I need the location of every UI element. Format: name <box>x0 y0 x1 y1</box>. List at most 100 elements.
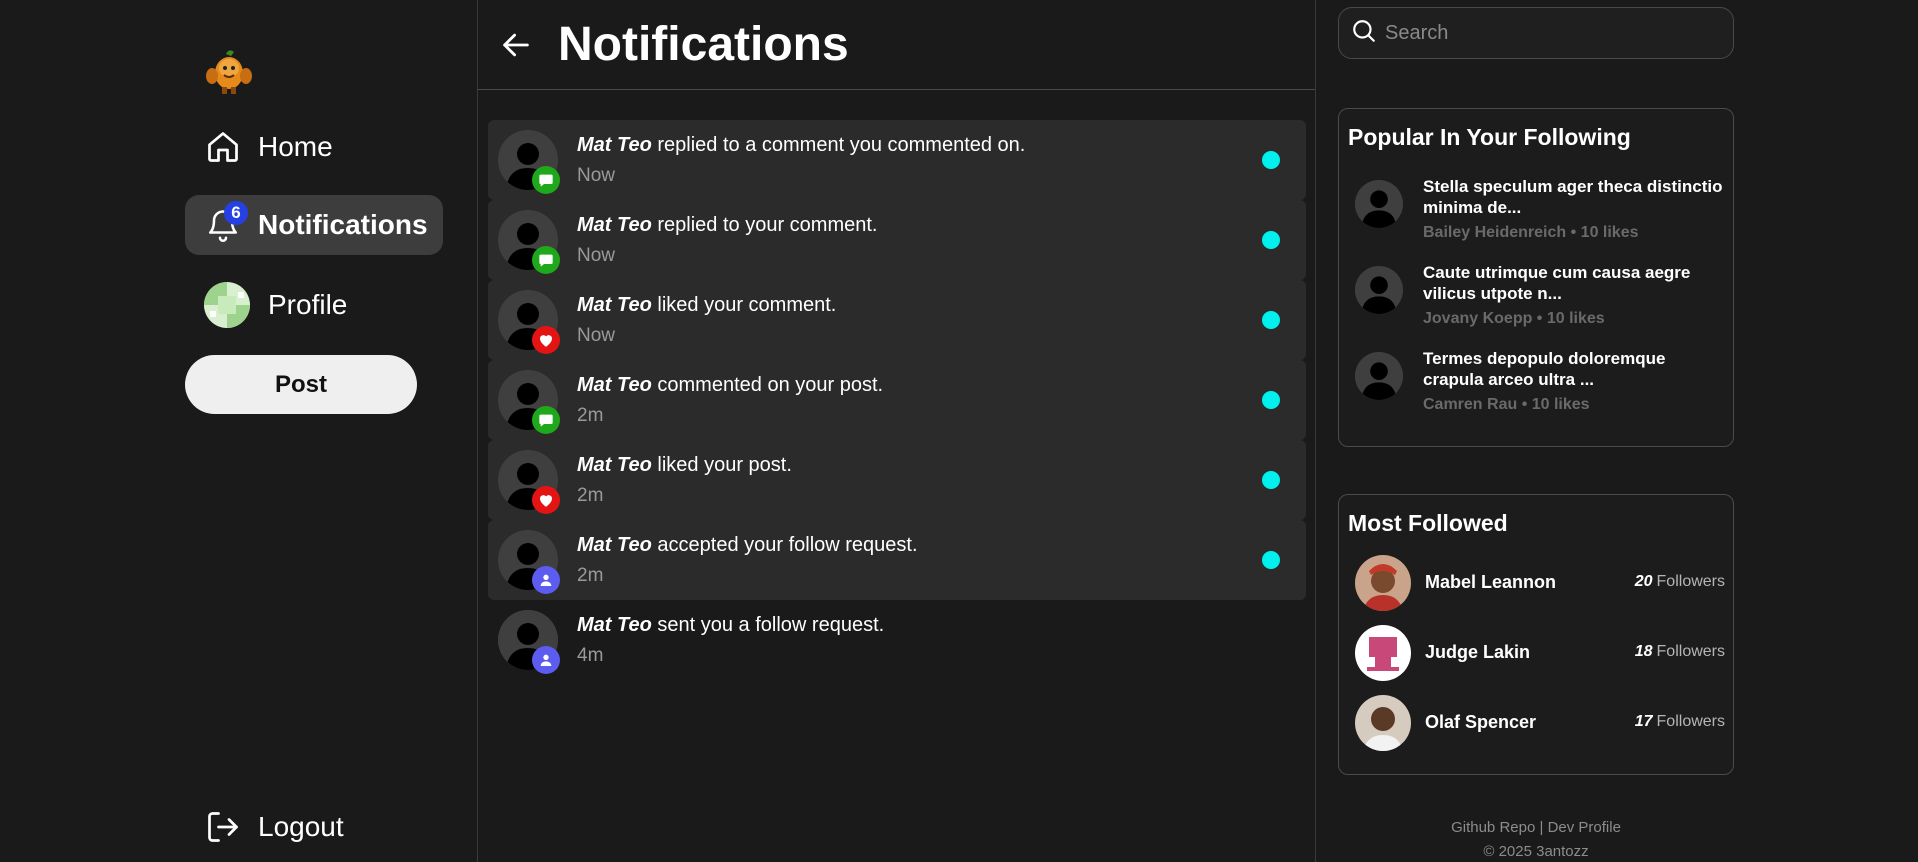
comment-icon <box>532 246 560 274</box>
dev-profile-link[interactable]: Dev Profile <box>1548 819 1621 836</box>
unread-dot <box>1262 391 1280 409</box>
nav-profile-label: Profile <box>268 289 348 320</box>
notification-text: Mat Teo sent you a follow request. <box>577 614 884 637</box>
popular-post-item[interactable]: Caute utrimque cum causa aegre vilicus u… <box>1355 262 1725 342</box>
notification-item[interactable]: Mat Teo liked your post. 2m <box>488 440 1306 520</box>
popular-post-meta: Camren Rau • 10 likes <box>1423 396 1590 413</box>
unread-dot <box>1262 231 1280 249</box>
user-name[interactable]: Judge Lakin <box>1425 642 1530 663</box>
popular-post-item[interactable]: Termes depopulo doloremque crapula arceo… <box>1355 348 1725 428</box>
nav-logout-label: Logout <box>258 811 344 842</box>
most-followed-title: Most Followed <box>1348 510 1508 536</box>
muscle-mango-logo[interactable] <box>204 46 254 96</box>
comment-icon <box>532 406 560 434</box>
post-author-avatar[interactable] <box>1355 266 1403 314</box>
github-repo-link[interactable]: Github Repo <box>1451 819 1535 836</box>
notification-item[interactable]: Mat Teo replied to your comment. Now <box>488 200 1306 280</box>
search-icon <box>1351 18 1377 49</box>
notification-text: Mat Teo commented on your post. <box>577 374 883 397</box>
notification-item[interactable]: Mat Teo replied to a comment you comment… <box>488 120 1306 200</box>
user-icon <box>532 646 560 674</box>
user-avatar[interactable] <box>1355 555 1411 611</box>
notification-text: Mat Teo accepted your follow request. <box>577 534 918 557</box>
post-author-avatar[interactable] <box>1355 180 1403 228</box>
bell-icon: 6 <box>204 201 248 244</box>
post-button[interactable]: Post <box>185 355 417 414</box>
notification-count-badge: 6 <box>224 201 248 225</box>
notification-user[interactable]: Mat Teo <box>577 214 652 236</box>
notification-message: commented on your post. <box>657 374 884 396</box>
notification-text: Mat Teo liked your comment. <box>577 294 836 317</box>
popular-in-following-card: Popular In Your Following Stella speculu… <box>1338 108 1734 447</box>
notification-time: Now <box>577 165 616 186</box>
footer-separator: | <box>1539 819 1544 836</box>
user-avatar[interactable] <box>1355 625 1411 681</box>
most-followed-item[interactable]: Judge Lakin 18 Followers <box>1355 625 1725 683</box>
popular-post-item[interactable]: Stella speculum ager theca distinctio mi… <box>1355 176 1725 256</box>
home-icon <box>204 128 242 166</box>
notification-user[interactable]: Mat Teo <box>577 294 652 316</box>
most-followed-item[interactable]: Olaf Spencer 17 Followers <box>1355 695 1725 753</box>
logout-icon <box>204 808 242 846</box>
notification-user[interactable]: Mat Teo <box>577 614 652 636</box>
user-name[interactable]: Mabel Leannon <box>1425 572 1556 593</box>
notification-time: Now <box>577 325 616 346</box>
notification-item[interactable]: Mat Teo liked your comment. Now <box>488 280 1306 360</box>
most-followed-card: Most Followed Mabel Leannon 20 Followers … <box>1338 494 1734 775</box>
popular-post-meta: Jovany Koepp • 10 likes <box>1423 310 1605 327</box>
notification-item[interactable]: Mat Teo commented on your post. 2m <box>488 360 1306 440</box>
user-avatar[interactable] <box>1355 695 1411 751</box>
notification-user[interactable]: Mat Teo <box>577 374 652 396</box>
user-name[interactable]: Olaf Spencer <box>1425 712 1536 733</box>
left-sidebar: Home 6 Notifications Profile Post Logout <box>0 0 478 862</box>
follower-count: 18 Followers <box>1635 643 1725 661</box>
notification-item[interactable]: Mat Teo sent you a follow request. 4m <box>488 600 1306 680</box>
post-author-avatar[interactable] <box>1355 352 1403 400</box>
notification-message: accepted your follow request. <box>657 534 918 556</box>
footer: Github Repo | Dev Profile © 2025 3antozz <box>1338 816 1734 862</box>
search-box[interactable] <box>1338 7 1734 59</box>
follower-count: 17 Followers <box>1635 713 1725 731</box>
follower-number: 20 <box>1634 573 1653 590</box>
nav-home[interactable]: Home <box>204 128 333 166</box>
notification-user[interactable]: Mat Teo <box>577 534 652 556</box>
notification-list: Mat Teo replied to a comment you comment… <box>488 120 1306 680</box>
popular-post-title[interactable]: Stella speculum ager theca distinctio mi… <box>1423 176 1723 218</box>
follower-number: 18 <box>1634 643 1653 660</box>
most-followed-item[interactable]: Mabel Leannon 20 Followers <box>1355 555 1725 613</box>
user-icon <box>532 566 560 594</box>
notification-time: 2m <box>577 485 604 506</box>
notification-user[interactable]: Mat Teo <box>577 134 652 156</box>
unread-dot <box>1262 551 1280 569</box>
page-title: Notifications <box>558 18 849 71</box>
notification-message: sent you a follow request. <box>657 614 885 636</box>
profile-avatar <box>204 282 250 328</box>
page-header: Notifications <box>478 0 1315 90</box>
notification-user[interactable]: Mat Teo <box>577 454 652 476</box>
popular-post-meta: Bailey Heidenreich • 10 likes <box>1423 224 1639 241</box>
nav-notifications-label: Notifications <box>258 209 428 240</box>
nav-notifications[interactable]: 6 Notifications <box>185 195 443 255</box>
notification-time: 2m <box>577 405 604 426</box>
notification-item[interactable]: Mat Teo accepted your follow request. 2m <box>488 520 1306 600</box>
notification-message: replied to your comment. <box>657 214 878 236</box>
heart-icon <box>532 486 560 514</box>
notification-text: Mat Teo liked your post. <box>577 454 792 477</box>
notification-message: liked your post. <box>657 454 792 476</box>
nav-logout[interactable]: Logout <box>204 808 344 846</box>
nav-profile[interactable]: Profile <box>204 282 347 328</box>
notification-text: Mat Teo replied to your comment. <box>577 214 878 237</box>
search-input[interactable] <box>1385 21 1725 45</box>
notifications-panel: Notifications Mat Teo replied to a comme… <box>478 0 1316 862</box>
popular-post-title[interactable]: Termes depopulo doloremque crapula arceo… <box>1423 348 1723 390</box>
popular-card-title: Popular In Your Following <box>1348 124 1631 150</box>
right-sidebar: Popular In Your Following Stella speculu… <box>1316 0 1918 862</box>
notification-message: replied to a comment you commented on. <box>657 134 1026 156</box>
followers-label: Followers <box>1656 573 1725 590</box>
follower-count: 20 Followers <box>1635 573 1725 591</box>
popular-post-title[interactable]: Caute utrimque cum causa aegre vilicus u… <box>1423 262 1723 304</box>
notification-time: Now <box>577 245 616 266</box>
arrow-left-icon[interactable] <box>496 25 536 65</box>
copyright: © 2025 3antozz <box>1483 843 1589 860</box>
follower-number: 17 <box>1634 713 1653 730</box>
